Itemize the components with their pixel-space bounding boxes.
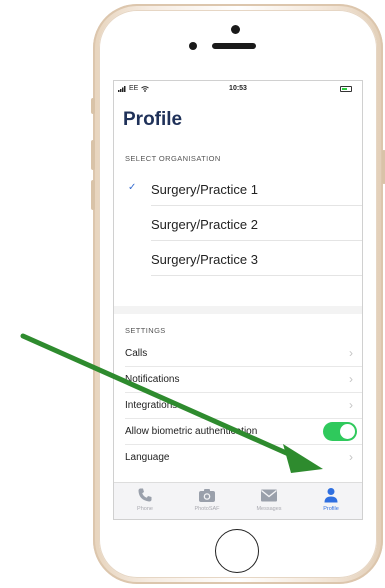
- tab-label: Phone: [137, 506, 153, 512]
- org-item-label: Surgery/Practice 2: [151, 217, 258, 232]
- earpiece-camera: [231, 25, 240, 34]
- tab-phone[interactable]: Phone: [114, 483, 176, 519]
- settings-item-integrations[interactable]: Integrations ›: [114, 393, 362, 419]
- chevron-right-icon: ›: [349, 346, 353, 360]
- tab-bar: Phone PhotoSAF Messages Profile: [114, 482, 362, 519]
- front-camera: [189, 42, 197, 50]
- tab-photosaf[interactable]: PhotoSAF: [176, 483, 238, 519]
- settings-item-label: Language: [125, 452, 170, 463]
- person-icon: [324, 488, 338, 503]
- org-item-label: Surgery/Practice 3: [151, 252, 258, 267]
- chevron-right-icon: ›: [349, 450, 353, 464]
- mute-switch: [91, 98, 95, 114]
- speaker-grille: [212, 43, 256, 49]
- tab-messages[interactable]: Messages: [238, 483, 300, 519]
- org-item-1[interactable]: ✓ Surgery/Practice 1: [114, 171, 362, 206]
- checkmark-icon: ✓: [128, 182, 137, 193]
- biometric-toggle[interactable]: [323, 422, 357, 441]
- tab-label: Messages: [256, 506, 282, 512]
- status-bar: EE 10:53: [114, 81, 362, 97]
- page-title: Profile: [123, 109, 183, 130]
- phone-icon: [138, 488, 152, 502]
- home-button[interactable]: [215, 529, 259, 573]
- settings-item-label: Integrations: [125, 400, 178, 411]
- section-separator: [114, 306, 362, 314]
- settings-item-notifications[interactable]: Notifications ›: [114, 367, 362, 393]
- settings-item-biometric: Allow biometric authentication: [114, 419, 362, 445]
- org-item-3[interactable]: Surgery/Practice 3: [114, 241, 362, 276]
- tab-label: PhotoSAF: [194, 506, 220, 512]
- org-item-2[interactable]: Surgery/Practice 2: [114, 206, 362, 241]
- status-time: 10:53: [229, 85, 247, 92]
- chevron-right-icon: ›: [349, 398, 353, 412]
- app-screen: EE 10:53 Profile SELECT ORGANISATION ✓ S…: [113, 80, 363, 520]
- volume-up-button: [91, 140, 95, 170]
- camera-icon: [199, 489, 215, 502]
- settings-item-label: Notifications: [125, 374, 180, 385]
- tab-profile[interactable]: Profile: [300, 483, 362, 519]
- organisation-section-header: SELECT ORGANISATION: [125, 154, 221, 163]
- org-item-label: Surgery/Practice 1: [151, 182, 258, 197]
- divider: [151, 275, 362, 276]
- battery-icon: [340, 86, 352, 92]
- settings-item-calls[interactable]: Calls ›: [114, 341, 362, 367]
- volume-down-button: [91, 180, 95, 210]
- chevron-right-icon: ›: [349, 372, 353, 386]
- settings-section-header: SETTINGS: [125, 326, 166, 335]
- settings-item-label: Calls: [125, 348, 148, 359]
- settings-item-language[interactable]: Language ›: [114, 445, 362, 471]
- settings-item-label: Allow biometric authentication: [125, 426, 258, 437]
- tab-label: Profile: [323, 506, 339, 512]
- envelope-icon: [261, 489, 277, 502]
- toggle-knob: [340, 424, 355, 439]
